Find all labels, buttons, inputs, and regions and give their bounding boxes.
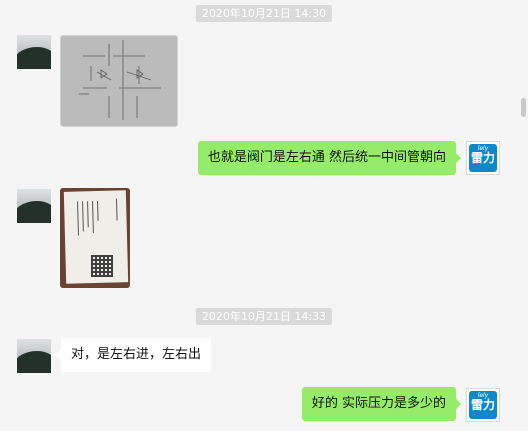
photo-text-line bbox=[115, 198, 118, 221]
photo-text-line bbox=[87, 201, 89, 228]
avatar-hill bbox=[17, 47, 51, 69]
my-avatar[interactable]: lely 雷力 bbox=[466, 141, 500, 175]
photo-text-line bbox=[82, 201, 84, 232]
contact-avatar[interactable] bbox=[17, 339, 51, 373]
sent-message-bubble[interactable]: 好的 实际压力是多少的 bbox=[301, 387, 462, 421]
avatar-hill bbox=[17, 351, 51, 373]
contact-avatar[interactable] bbox=[17, 35, 51, 69]
photo-text-line bbox=[92, 201, 94, 234]
my-avatar[interactable]: lely 雷力 bbox=[466, 388, 500, 422]
brand-logo: lely 雷力 bbox=[469, 391, 497, 419]
sketch-image[interactable] bbox=[60, 35, 178, 127]
card-photo-image[interactable] bbox=[60, 188, 130, 288]
scrollbar-thumb[interactable] bbox=[521, 98, 526, 117]
photo-text-line bbox=[77, 201, 79, 236]
sent-message-bubble[interactable]: 也就是阀门是左右通 然后统一中间管朝向 bbox=[197, 141, 462, 175]
avatar-hill bbox=[17, 201, 51, 223]
qr-code bbox=[91, 255, 113, 277]
timestamp-divider: 2020年10月21日 14:30 bbox=[195, 5, 333, 22]
contact-avatar[interactable] bbox=[17, 189, 51, 223]
photo-text-line bbox=[97, 200, 99, 221]
brand-logo-zh: 雷力 bbox=[470, 151, 495, 165]
brand-logo: lely 雷力 bbox=[469, 144, 497, 172]
brand-logo-zh: 雷力 bbox=[470, 398, 495, 412]
received-message-bubble[interactable]: 对，是左右进，左右出 bbox=[55, 338, 212, 372]
sketch-drawing bbox=[79, 40, 161, 120]
chat-history: 2020年10月21日 14:30 也就是阀门是左右通 然后统一中间管朝向 le… bbox=[0, 0, 528, 431]
timestamp-divider: 2020年10月21日 14:33 bbox=[195, 308, 333, 325]
